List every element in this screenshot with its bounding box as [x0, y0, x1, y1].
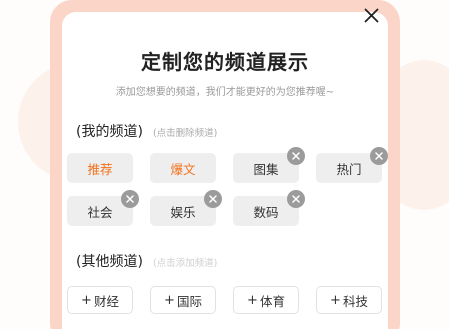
add-channel-chip[interactable]: + 财经 [67, 286, 133, 314]
my-channels-header: (我的频道) (点击删除频道) [76, 121, 217, 141]
channel-customize-screen: 定制您的频道展示 添加您想要的频道，我们才能更好的为您推荐喔~ (我的频道) (… [0, 0, 449, 329]
modal-title: 定制您的频道展示 [141, 50, 309, 74]
modal-subtitle: 添加您想要的频道，我们才能更好的为您推荐喔~ [115, 87, 335, 98]
my-channels-title: (我的频道) [76, 124, 143, 140]
add-channel-label: 财经 [93, 293, 119, 309]
add-channel-chip[interactable]: + 国际 [150, 286, 216, 314]
close-icon [364, 8, 378, 22]
my-channel-chip[interactable]: 推荐 [67, 153, 133, 183]
my-channel-chip[interactable]: 爆文 [150, 153, 216, 183]
remove-badge-icon[interactable] [370, 147, 388, 165]
add-channel-label: 国际 [176, 293, 202, 309]
other-channels-title: (其他频道) [76, 254, 143, 270]
add-channel-chip[interactable]: + 体育 [233, 286, 299, 314]
remove-badge-icon[interactable] [287, 147, 305, 165]
plus-icon: + [164, 292, 175, 308]
my-channels-hint: (点击删除频道) [152, 128, 218, 139]
other-channels-hint: (点击添加频道) [152, 258, 218, 269]
add-channel-chip[interactable]: + 科技 [316, 286, 382, 314]
remove-badge-icon[interactable] [287, 190, 305, 208]
other-channels-header: (其他频道) (点击添加频道) [76, 251, 217, 271]
plus-icon: + [81, 292, 92, 308]
close-button[interactable] [360, 4, 382, 26]
remove-badge-icon[interactable] [204, 190, 222, 208]
remove-badge-icon[interactable] [121, 190, 139, 208]
add-channel-label: 科技 [342, 293, 368, 309]
add-channel-label: 体育 [259, 293, 285, 309]
plus-icon: + [247, 292, 258, 308]
plus-icon: + [330, 292, 341, 308]
